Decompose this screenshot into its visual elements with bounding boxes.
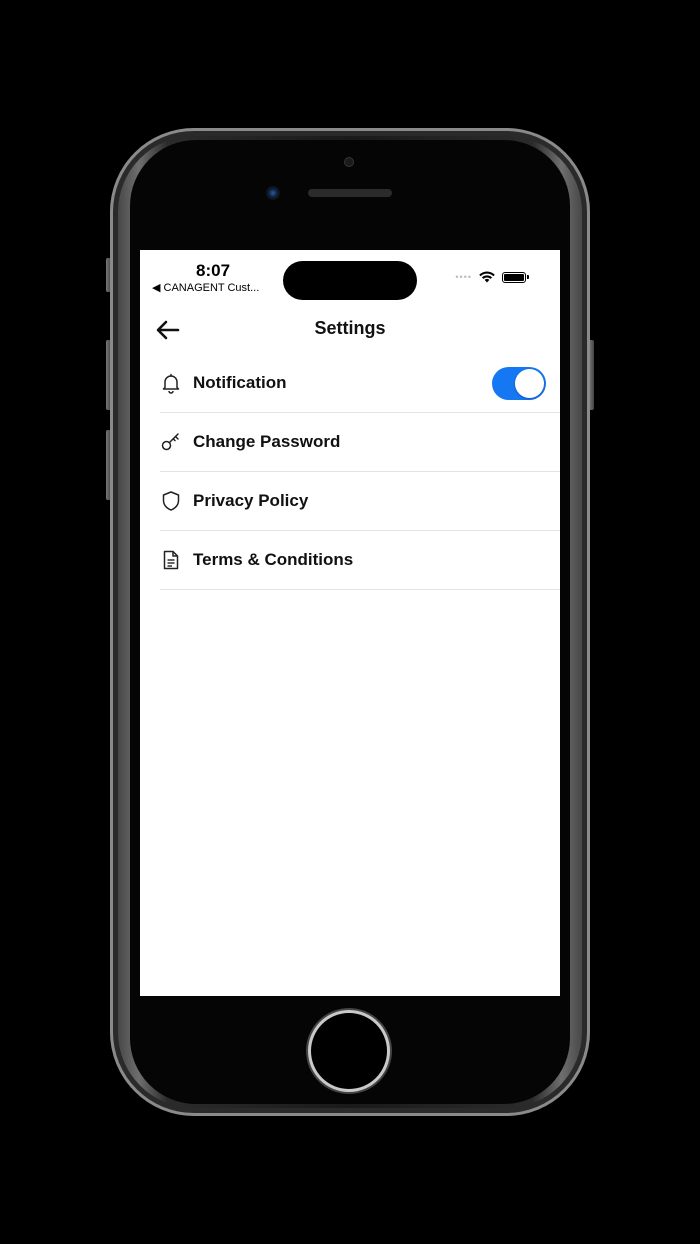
key-icon [161,433,179,451]
page-title: Settings [314,318,386,338]
settings-item-terms-conditions[interactable]: Terms & Conditions [160,531,560,590]
back-to-app-link[interactable]: ◀ CANAGENT Cust... [152,281,259,294]
proximity-sensor [344,157,354,167]
navigation-bar: Settings [140,308,560,352]
settings-item-label: Notification [193,373,287,392]
app-screen: 8:07 ◀ CANAGENT Cust... •••• Settings No… [140,250,560,996]
dynamic-island [283,261,417,300]
settings-item-privacy-policy[interactable]: Privacy Policy [160,472,560,531]
settings-item-label: Terms & Conditions [193,550,354,569]
shield-icon [162,491,180,511]
toggle-knob [515,369,544,398]
settings-item-label: Change Password [193,432,341,451]
bell-icon [162,373,180,394]
device-stage: 8:07 ◀ CANAGENT Cust... •••• Settings No… [0,0,700,1244]
settings-item-change-password[interactable]: Change Password [160,413,560,472]
status-indicators: •••• [455,270,529,284]
status-bar: 8:07 ◀ CANAGENT Cust... •••• [140,250,560,302]
settings-list: Notification Change Password Privacy Pol… [160,354,560,590]
settings-item-notification[interactable]: Notification [160,354,560,413]
wifi-icon [479,271,495,283]
battery-icon [502,271,529,283]
settings-item-label: Privacy Policy [193,491,309,510]
status-time: 8:07 [196,261,231,280]
document-icon [163,550,179,570]
cellular-signal-icon: •••• [455,272,472,282]
notification-toggle[interactable] [492,367,546,400]
front-camera [266,186,280,200]
earpiece-speaker [308,189,392,197]
home-button[interactable] [311,1013,387,1089]
